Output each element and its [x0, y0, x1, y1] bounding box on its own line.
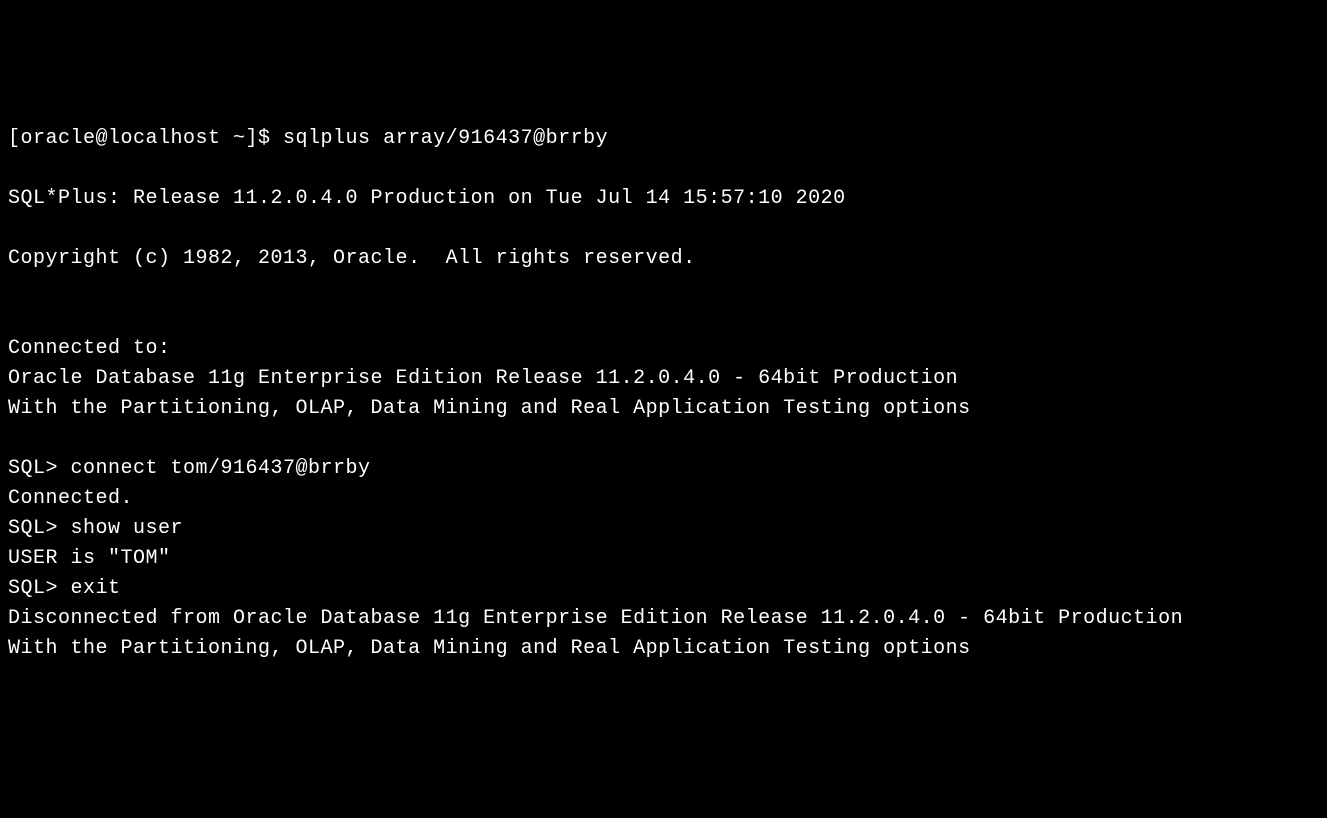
sql-command: show user: [71, 517, 184, 540]
shell-prompt: [oracle@localhost ~]$: [8, 127, 283, 150]
sql-command: exit: [71, 577, 121, 600]
connected-line: Connected.: [8, 487, 133, 510]
shell-line: [oracle@localhost ~]$ sqlplus array/9164…: [8, 127, 608, 150]
sql-line: SQL> exit: [8, 577, 121, 600]
sql-line: SQL> connect tom/916437@brrby: [8, 457, 371, 480]
sql-line: SQL> show user: [8, 517, 183, 540]
user-is-line: USER is "TOM": [8, 547, 171, 570]
release-line: SQL*Plus: Release 11.2.0.4.0 Production …: [8, 187, 846, 210]
disconnected-line: Disconnected from Oracle Database 11g En…: [8, 607, 1183, 630]
sql-prompt: SQL>: [8, 577, 71, 600]
disconnected-options-line: With the Partitioning, OLAP, Data Mining…: [8, 637, 971, 660]
sql-prompt: SQL>: [8, 457, 71, 480]
connected-to-line: Connected to:: [8, 337, 171, 360]
terminal-output[interactable]: [oracle@localhost ~]$ sqlplus array/9164…: [8, 124, 1319, 664]
db-options-line: With the Partitioning, OLAP, Data Mining…: [8, 397, 971, 420]
shell-command: sqlplus array/916437@brrby: [283, 127, 608, 150]
sql-prompt: SQL>: [8, 517, 71, 540]
sql-command: connect tom/916437@brrby: [71, 457, 371, 480]
db-edition-line: Oracle Database 11g Enterprise Edition R…: [8, 367, 958, 390]
copyright-line: Copyright (c) 1982, 2013, Oracle. All ri…: [8, 247, 696, 270]
